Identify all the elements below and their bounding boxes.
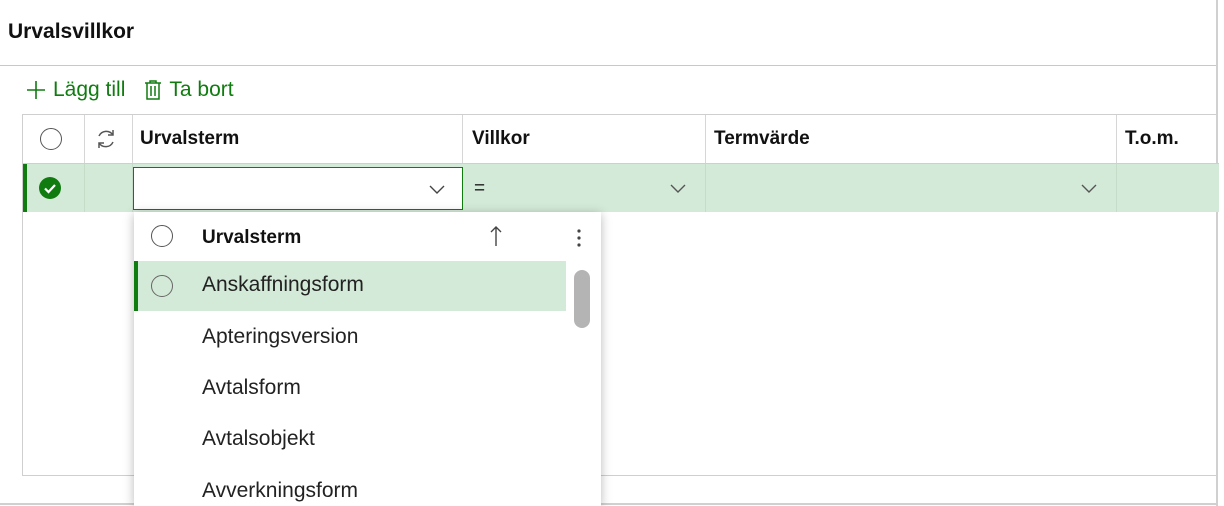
list-item-label: Avverkningsform <box>202 479 359 502</box>
header-divider <box>0 65 1218 66</box>
dropdown-header: Urvalsterm <box>134 212 601 261</box>
sort-ascending-icon[interactable] <box>489 224 503 248</box>
list-item-label: Avtalsform <box>202 376 301 399</box>
list-item[interactable]: Anskaffningsform <box>134 261 566 311</box>
condition-combobox-value: = <box>474 177 486 199</box>
list-item[interactable]: Apteringsversion <box>134 313 566 363</box>
item-radio[interactable] <box>151 275 173 297</box>
chevron-down-icon[interactable] <box>1080 179 1098 197</box>
dropdown-scrollbar-thumb[interactable] <box>574 270 590 328</box>
list-item[interactable]: Avtalsform <box>134 364 566 414</box>
grid-header: Urvalsterm Villkor Termvärde T.o.m. <box>23 115 1219 164</box>
select-all-radio[interactable] <box>40 115 62 163</box>
term-dropdown-list[interactable]: Urvalsterm Anskaffningsform Apteringsver… <box>134 212 601 506</box>
section-title: Urvalsvillkor <box>8 20 135 43</box>
section-header: Urvalsvillkor <box>0 0 1224 66</box>
column-header-condition[interactable]: Villkor <box>472 115 530 163</box>
column-header-term[interactable]: Urvalsterm <box>140 115 239 163</box>
more-options-icon[interactable] <box>576 228 582 248</box>
delete-button[interactable]: Ta bort <box>143 78 234 102</box>
row-checkmark-icon[interactable] <box>39 177 61 199</box>
trash-icon <box>145 80 162 100</box>
toolbar: Lägg till Ta bort <box>25 74 252 106</box>
add-button-label: Lägg till <box>53 78 126 101</box>
refresh-icon[interactable] <box>94 115 118 163</box>
column-header-to[interactable]: T.o.m. <box>1125 115 1179 163</box>
plus-icon <box>27 81 45 99</box>
list-item-label: Avtalsobjekt <box>202 427 315 450</box>
term-value-combobox[interactable] <box>706 167 1116 210</box>
column-header-value[interactable]: Termvärde <box>714 115 810 163</box>
selected-item-accent <box>134 261 138 311</box>
row-selection-accent <box>23 164 27 212</box>
dropdown-select-all-radio[interactable] <box>151 225 173 247</box>
term-combobox[interactable] <box>133 167 463 210</box>
dropdown-column-title[interactable]: Urvalsterm <box>202 227 301 249</box>
list-item-label: Anskaffningsform <box>202 273 364 296</box>
list-item-label: Apteringsversion <box>202 325 359 348</box>
chevron-down-icon[interactable] <box>669 179 687 197</box>
chevron-down-icon[interactable] <box>428 180 446 198</box>
table-row[interactable]: = <box>23 164 1219 212</box>
condition-combobox[interactable]: = <box>464 167 705 210</box>
add-button[interactable]: Lägg till <box>25 78 125 102</box>
list-item[interactable]: Avtalsobjekt <box>134 415 566 465</box>
delete-button-label: Ta bort <box>169 78 234 101</box>
list-item[interactable]: Avverkningsform <box>134 467 566 506</box>
